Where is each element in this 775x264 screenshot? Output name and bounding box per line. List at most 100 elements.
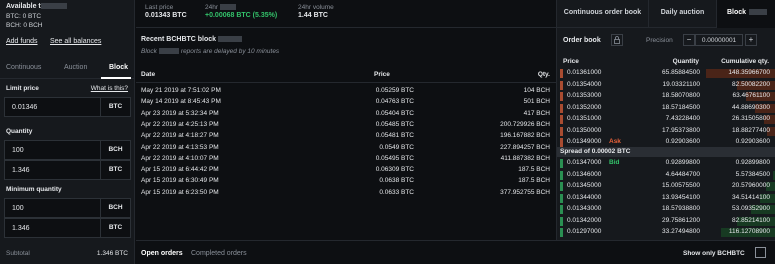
trade-date: Apr 15 2019 at 6:23:50 PM <box>141 188 219 196</box>
trade-price: 0.0549 BTC <box>379 143 414 151</box>
precision-increase-button[interactable]: + <box>745 34 757 46</box>
tab-auction[interactable]: Auction <box>64 64 87 71</box>
bid-row[interactable]: 0.01346000 4.64484700 5.57384500 <box>557 170 775 181</box>
minimum-quantity-input[interactable]: 100 BCH <box>4 198 131 218</box>
trade-price: 0.05481 BTC <box>375 132 414 140</box>
ask-indicator <box>560 92 563 101</box>
trade-price: 0.05259 BTC <box>375 87 414 94</box>
ask-quantity: 19.03321100 <box>662 80 700 88</box>
redacted-text <box>220 4 237 11</box>
tab-daily-auction[interactable]: Daily auction <box>648 0 716 28</box>
trade-qty: 411.887382 BCH <box>500 154 550 162</box>
precision-decrease-button[interactable]: − <box>683 34 695 46</box>
order-book-panel: Order book Precision − 0.00000001 + Pric… <box>556 28 775 240</box>
minimum-quantity-btc-input[interactable]: 1.346 BTC <box>4 218 131 238</box>
bid-quantity: 15.00575500 <box>662 182 700 189</box>
bid-row[interactable]: 0.01344000 13.93454100 34.51414100 <box>557 193 775 204</box>
what-is-this-link[interactable]: What is this? <box>91 85 128 92</box>
bid-row[interactable]: 0.01297000 33.27494800 116.12708900 <box>557 227 775 238</box>
trade-qty: 200.729926 BCH <box>500 120 550 128</box>
bid-row[interactable]: 0.01343000 18.57938800 53.09352900 <box>557 204 775 215</box>
bid-price: 0.01297000 <box>567 228 602 235</box>
bid-tag: Bid <box>609 159 620 166</box>
orders-bar: Open orders Completed orders Show only B… <box>136 240 775 264</box>
available-balance-title: Available t <box>6 3 67 10</box>
bid-price: 0.01347000 <box>567 159 602 166</box>
bid-quantity: 0.92899800 <box>665 159 700 166</box>
ask-price: 0.01351000 <box>567 115 602 122</box>
ask-indicator <box>560 80 563 90</box>
ask-cumulative: 63.46761100 <box>732 92 770 99</box>
table-row: Apr 22 2019 at 4:25:13 PM 0.05485 BTC 200.… <box>136 120 556 131</box>
ask-row[interactable]: 0.01350000 17.95373800 18.88277400 <box>557 126 775 137</box>
last-price-stat: Last price 0.01343 BTC <box>145 4 187 19</box>
bid-cumulative: 0.92899800 <box>735 159 770 166</box>
bid-row[interactable]: 0.01345000 15.00575500 20.57960000 <box>557 181 775 192</box>
ask-price: 0.01349000 <box>567 138 602 145</box>
bid-indicator <box>560 193 563 203</box>
lock-icon[interactable] <box>611 34 623 46</box>
show-only-checkbox[interactable] <box>755 247 766 258</box>
trade-qty: 104 BCH <box>523 87 550 94</box>
trade-price: 0.0633 BTC <box>379 188 414 196</box>
bid-cumulative: 20.57960000 <box>732 182 770 189</box>
trade-qty: 196.167882 BCH <box>500 132 550 140</box>
block-trades-panel: Recent BCHBTC block Block reports are del… <box>136 28 556 240</box>
ask-price: 0.01353000 <box>567 92 602 99</box>
bid-indicator <box>560 170 563 180</box>
quantity-input[interactable]: 100 BCH <box>4 140 131 160</box>
ask-cumulative: 18.88277400 <box>732 126 770 134</box>
subtotal-value: 1.346 BTC <box>96 250 128 257</box>
tab-block[interactable]: Block <box>716 0 775 28</box>
table-row: Apr 23 2019 at 5:32:34 PM 0.05404 BTC 417 … <box>136 109 556 120</box>
tab-open-orders[interactable]: Open orders <box>141 250 183 257</box>
bid-cumulative: 34.51414100 <box>732 193 770 201</box>
quantity-btc-input[interactable]: 1.346 BTC <box>4 160 131 180</box>
ask-row[interactable]: 0.01354000 19.03321100 82.50082200 <box>557 80 775 91</box>
limit-price-input[interactable]: 0.01346 BTC <box>4 97 131 117</box>
bid-quantity: 33.27494800 <box>662 228 700 235</box>
tab-completed-orders[interactable]: Completed orders <box>191 250 247 257</box>
ask-price: 0.01361000 <box>567 69 602 76</box>
see-all-balances-link[interactable]: See all balances <box>50 38 101 45</box>
tab-continuous[interactable]: Continuous <box>6 64 41 71</box>
ask-quantity: 0.92903600 <box>665 138 700 145</box>
bid-row[interactable]: 0.01347000 0.92899800 0.92899800 Bid <box>557 158 775 169</box>
column-header-qty: Qty. <box>537 71 550 78</box>
redacted-text <box>158 48 179 55</box>
ask-indicator <box>560 115 563 124</box>
trade-date: Apr 22 2019 at 4:18:27 PM <box>141 132 219 140</box>
btc-balance: BTC: 0 BTC <box>6 13 42 20</box>
table-row: Apr 22 2019 at 4:18:27 PM 0.05481 BTC 196.… <box>136 131 556 142</box>
trade-date: May 14 2019 at 8:45:43 PM <box>141 98 221 106</box>
ask-cumulative: 82.50082200 <box>732 80 770 88</box>
bid-cumulative: 53.09352900 <box>732 205 770 212</box>
trade-date: Apr 22 2019 at 4:25:13 PM <box>141 120 219 128</box>
view-tabs: Continuous order book Daily auction Bloc… <box>556 0 775 28</box>
ask-row[interactable]: 0.01352000 18.57184500 44.88690300 <box>557 103 775 114</box>
ask-row[interactable]: 0.01351000 7.43228400 26.31505800 <box>557 114 775 125</box>
ask-quantity: 17.95373800 <box>662 126 700 134</box>
tab-continuous-order-book[interactable]: Continuous order book <box>556 0 648 28</box>
trade-price: 0.06309 BTC <box>375 166 414 174</box>
trade-date: May 21 2019 at 7:51:02 PM <box>141 87 221 94</box>
redacted-text <box>218 36 243 43</box>
trade-form-panel: Available t BTC: 0 BTC BCH: 0 BCH Add fu… <box>0 0 135 264</box>
ask-quantity: 18.58070800 <box>662 92 700 99</box>
ask-indicator <box>560 103 563 113</box>
bid-price: 0.01344000 <box>567 193 602 201</box>
quantity-unit: BCH <box>100 141 130 159</box>
bid-indicator <box>560 205 563 214</box>
bid-row[interactable]: 0.01342000 29.75861200 82.85214100 <box>557 216 775 227</box>
bid-price: 0.01343000 <box>567 205 602 212</box>
ask-row[interactable]: 0.01353000 18.58070800 63.46761100 <box>557 91 775 102</box>
add-funds-link[interactable]: Add funds <box>6 38 38 45</box>
ask-row[interactable]: 0.01361000 65.85884500 148.35966700 <box>557 68 775 79</box>
quantity-btc-unit: BTC <box>100 161 130 179</box>
tab-block[interactable]: Block <box>109 64 128 71</box>
trade-qty: 187.5 BCH <box>518 166 550 174</box>
volume-24hr-stat: 24hr volume 1.44 BTC <box>298 4 334 19</box>
ask-cumulative: 26.31505800 <box>732 115 770 122</box>
table-row: Apr 22 2019 at 4:10:07 PM 0.05495 BTC 411.… <box>136 154 556 165</box>
order-book-title: Order book <box>563 37 601 44</box>
